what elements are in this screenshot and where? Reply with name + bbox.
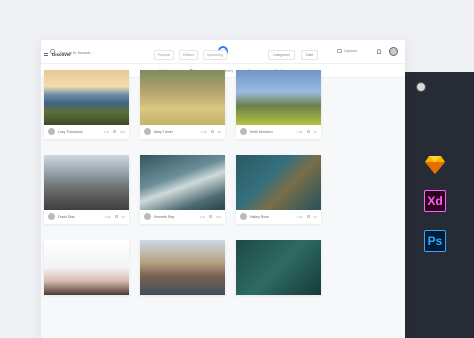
heart-icon[interactable] (210, 130, 214, 133)
photo-card[interactable] (236, 240, 321, 295)
card-stats: 3.4k 104 (103, 130, 125, 134)
photo-card[interactable]: Frank Diaz 2.9k 97 (44, 155, 129, 224)
filter-upcoming[interactable]: Upcoming (202, 50, 227, 60)
user-avatar[interactable] (48, 213, 55, 220)
upload-button[interactable]: Upload (337, 48, 357, 53)
filter-editors[interactable]: Editors (179, 50, 198, 60)
card-stats: 1.5k 42 (296, 215, 317, 219)
photo-card[interactable] (140, 240, 225, 295)
categories-dropdown[interactable]: Categories (268, 50, 295, 60)
bell-icon[interactable] (377, 49, 381, 54)
heart-icon[interactable] (208, 215, 212, 218)
user-name[interactable]: Kenneth Ray (154, 215, 174, 219)
card-meta: Mary Turner 2.1k 88 (140, 125, 225, 139)
sketch-icon (424, 154, 446, 176)
card-stats: 2.9k 97 (104, 215, 125, 219)
heart-icon[interactable] (306, 215, 310, 218)
section-header: Discover (44, 52, 71, 57)
menu-icon[interactable] (44, 53, 48, 56)
user-avatar[interactable] (144, 213, 151, 220)
photo[interactable] (140, 70, 225, 125)
photo[interactable] (140, 155, 225, 210)
user-avatar[interactable] (240, 128, 247, 135)
side-avatar[interactable] (416, 82, 426, 92)
card-stats: 2.1k 88 (200, 130, 221, 134)
user-name[interactable]: Lucy Thompson (58, 130, 83, 134)
card-meta: Kenneth Ray 4.2k 150 (140, 210, 225, 224)
heart-icon[interactable] (114, 215, 118, 218)
filter-popular[interactable]: Popular (154, 50, 175, 60)
photo[interactable] (236, 70, 321, 125)
photo[interactable] (44, 240, 129, 295)
section-title: Discover (52, 52, 72, 57)
card-meta: Lucy Thompson 3.4k 104 (44, 125, 129, 139)
photo-card[interactable]: Keith Morrison 1.8k 61 (236, 70, 321, 139)
card-meta: Hailey Rose 1.5k 42 (236, 210, 321, 224)
card-stats: 4.2k 150 (199, 215, 221, 219)
user-name[interactable]: Hailey Rose (250, 215, 269, 219)
upload-icon (337, 48, 342, 53)
user-name[interactable]: Frank Diaz (58, 215, 75, 219)
user-avatar[interactable] (240, 213, 247, 220)
user-avatar[interactable] (48, 128, 55, 135)
heart-icon[interactable] (306, 130, 310, 133)
card-stats: 1.8k 61 (296, 130, 317, 134)
photo-card[interactable] (44, 240, 129, 295)
card-meta: Keith Morrison 1.8k 61 (236, 125, 321, 139)
photo[interactable] (236, 240, 321, 295)
photo-card[interactable]: Kenneth Ray 4.2k 150 (140, 155, 225, 224)
filter-group: Popular Editors Upcoming (154, 50, 227, 60)
ps-app-icon: Ps (424, 230, 446, 252)
date-dropdown[interactable]: Date (300, 50, 319, 60)
user-avatar[interactable] (144, 128, 151, 135)
user-name[interactable]: Mary Turner (154, 130, 173, 134)
photo-card[interactable]: Mary Turner 2.1k 88 (140, 70, 225, 139)
sort-group: Categories Date (268, 50, 319, 60)
xd-app-icon: Xd (424, 190, 446, 212)
avatar[interactable] (389, 47, 398, 56)
heart-icon[interactable] (112, 130, 116, 133)
card-meta: Frank Diaz 2.9k 97 (44, 210, 129, 224)
user-name[interactable]: Keith Morrison (250, 130, 273, 134)
photo-card[interactable]: Lucy Thompson 3.4k 104 (44, 70, 129, 139)
photo-card[interactable]: Hailey Rose 1.5k 42 (236, 155, 321, 224)
photo[interactable] (44, 70, 129, 125)
photo[interactable] (236, 155, 321, 210)
photo[interactable] (44, 155, 129, 210)
photo[interactable] (140, 240, 225, 295)
